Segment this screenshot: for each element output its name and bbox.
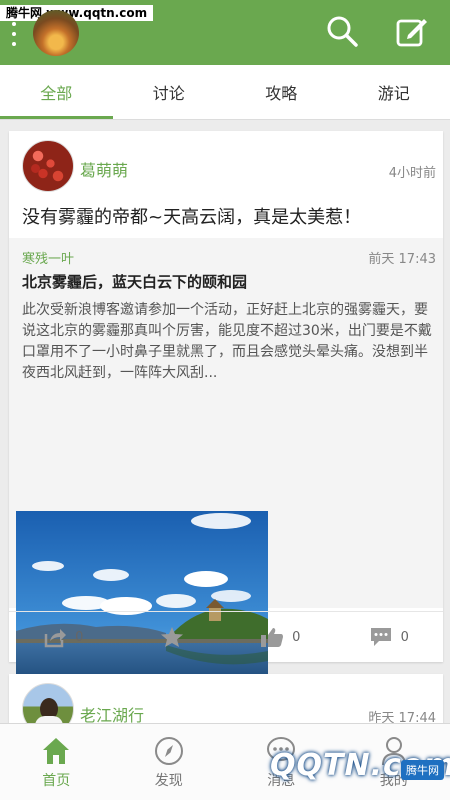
search-icon[interactable] bbox=[325, 14, 359, 48]
like-button[interactable]: 0 bbox=[226, 612, 335, 662]
top-bar: 腾牛网 www.qqtn.com bbox=[0, 0, 450, 65]
share-button[interactable]: 0 bbox=[9, 612, 118, 662]
tab-discussion[interactable]: 讨论 bbox=[113, 65, 226, 119]
post-actions: 0 0 0 bbox=[9, 611, 443, 662]
quoted-author[interactable]: 寒残一叶 bbox=[22, 248, 74, 267]
comment-button[interactable]: 0 bbox=[335, 612, 444, 662]
home-icon bbox=[43, 738, 70, 764]
comment-count: 0 bbox=[400, 629, 409, 645]
post-card[interactable]: 葛萌萌 4小时前 没有雾霾的帝都~天高云阔，真是太美惹！ 寒残一叶 前天 17:… bbox=[9, 131, 443, 704]
category-tabs: 全部 讨论 攻略 游记 bbox=[0, 65, 450, 120]
edit-icon[interactable] bbox=[395, 14, 429, 48]
favorite-button[interactable] bbox=[118, 612, 227, 662]
post-author-avatar[interactable] bbox=[22, 140, 74, 192]
nav-discover-label: 发现 bbox=[154, 773, 183, 789]
star-icon bbox=[160, 627, 183, 647]
nav-home-label: 首页 bbox=[42, 773, 71, 789]
thumbs-up-icon bbox=[261, 628, 284, 647]
comment-icon bbox=[370, 628, 391, 646]
site-badge: 腾牛网 bbox=[401, 760, 444, 780]
site-logo-watermark: QQTN.com bbox=[270, 748, 450, 783]
tab-guide[interactable]: 攻略 bbox=[225, 65, 338, 119]
tab-all[interactable]: 全部 bbox=[0, 65, 113, 119]
quoted-article[interactable]: 寒残一叶 前天 17:43 北京雾霾后，蓝天白云下的颐和园 此次受新浪博客邀请参… bbox=[9, 238, 443, 704]
nav-discover[interactable]: 发现 bbox=[113, 724, 226, 800]
quoted-excerpt: 此次受新浪博客邀请参加一个活动，正好赶上北京的强雾霾天，要说这北京的雾霾那真叫个… bbox=[22, 302, 432, 381]
watermark-text: 腾牛网 www.qqtn.com bbox=[0, 5, 154, 21]
compass-icon bbox=[154, 737, 183, 765]
share-icon bbox=[44, 629, 67, 648]
quoted-time: 前天 17:43 bbox=[368, 252, 436, 267]
post-time: 4小时前 bbox=[388, 166, 436, 181]
like-count: 0 bbox=[292, 629, 301, 645]
nav-home[interactable]: 首页 bbox=[0, 724, 113, 800]
user-avatar[interactable] bbox=[33, 10, 79, 56]
post-author-name[interactable]: 葛萌萌 bbox=[80, 157, 128, 181]
post-title[interactable]: 没有雾霾的帝都~天高云阔，真是太美惹！ bbox=[22, 203, 361, 229]
quoted-title[interactable]: 北京雾霾后，蓝天白云下的颐和园 bbox=[22, 271, 247, 292]
more-menu-icon[interactable] bbox=[10, 22, 18, 46]
tab-travelogue[interactable]: 游记 bbox=[338, 65, 450, 119]
share-count: 0 bbox=[75, 629, 84, 645]
